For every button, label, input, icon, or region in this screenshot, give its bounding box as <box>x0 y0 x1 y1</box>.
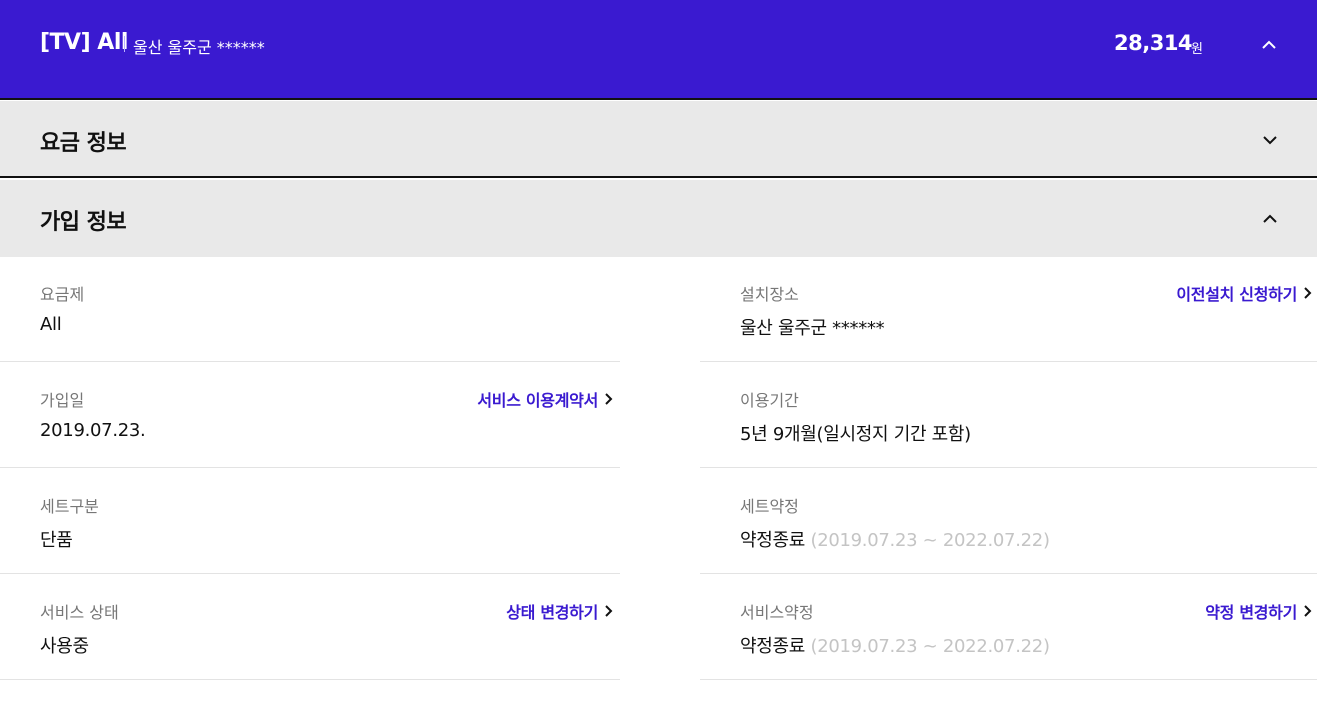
monthly-amount: 28,314 <box>1114 31 1193 55</box>
detail-value: All <box>40 314 62 335</box>
detail-label: 서비스약정 <box>740 603 814 622</box>
detail-service-contract: 서비스약정 약정종료 (2019.07.23 ~ 2022.07.22) 약정 … <box>700 574 1317 680</box>
link-label: 서비스 이용계약서 <box>477 391 598 410</box>
section-join-toggle[interactable] <box>1253 202 1287 236</box>
change-status-link[interactable]: 상태 변경하기 <box>506 599 614 623</box>
detail-service-status: 서비스 상태 사용중 상태 변경하기 <box>0 574 620 680</box>
contract-period: (2019.07.23 ~ 2022.07.22) <box>810 636 1050 657</box>
chevron-down-icon <box>1263 136 1277 145</box>
detail-value: 2019.07.23. <box>40 420 146 441</box>
detail-usage-period: 이용기간 5년 9개월(일시정지 기간 포함) <box>700 362 1317 468</box>
section-fee-toggle[interactable] <box>1253 123 1287 157</box>
detail-label: 세트구분 <box>40 497 99 516</box>
link-label: 상태 변경하기 <box>506 603 598 622</box>
detail-label: 설치장소 <box>740 285 799 304</box>
detail-value: 약정종료 (2019.07.23 ~ 2022.07.22) <box>740 632 1050 658</box>
section-title-fee: 요금 정보 <box>40 131 127 156</box>
detail-set-type: 세트구분 단품 <box>0 468 620 574</box>
chevron-right-icon <box>1304 605 1312 617</box>
detail-set-contract: 세트약정 약정종료 (2019.07.23 ~ 2022.07.22) <box>700 468 1317 574</box>
detail-label: 이용기간 <box>740 391 799 410</box>
product-location: 울산 울주군 ****** <box>133 38 265 57</box>
section-join-info[interactable]: 가입 정보 <box>0 180 1317 257</box>
amount-unit: 원 <box>1191 42 1203 57</box>
contract-status: 약정종료 <box>740 636 806 657</box>
detail-label: 가입일 <box>40 391 85 410</box>
product-header: [TV] All 울산 울주군 ****** 28,314 원 <box>0 0 1317 100</box>
section-fee-info[interactable]: 요금 정보 <box>0 101 1317 178</box>
detail-join-date: 가입일 2019.07.23. 서비스 이용계약서 <box>0 362 620 468</box>
section-title-join: 가입 정보 <box>40 210 127 235</box>
header-divider <box>124 36 125 52</box>
link-label: 이전설치 신청하기 <box>1176 285 1297 304</box>
chevron-up-icon <box>1262 40 1276 49</box>
detail-label: 요금제 <box>40 285 85 304</box>
chevron-right-icon <box>1304 287 1312 299</box>
chevron-right-icon <box>605 605 613 617</box>
detail-plan: 요금제 All <box>0 256 620 362</box>
relocation-request-link[interactable]: 이전설치 신청하기 <box>1176 281 1313 305</box>
change-contract-link[interactable]: 약정 변경하기 <box>1205 599 1313 623</box>
product-title: [TV] All <box>40 30 128 55</box>
detail-value: 5년 9개월(일시정지 기간 포함) <box>740 424 971 445</box>
detail-value: 사용중 <box>40 636 89 657</box>
detail-value: 울산 울주군 ****** <box>740 318 885 339</box>
link-label: 약정 변경하기 <box>1205 603 1297 622</box>
header-collapse-button[interactable] <box>1252 28 1286 62</box>
chevron-up-icon <box>1263 214 1277 223</box>
chevron-right-icon <box>605 393 613 405</box>
contract-status: 약정종료 <box>740 530 806 551</box>
detail-value: 단품 <box>40 530 73 551</box>
detail-label: 서비스 상태 <box>40 603 119 622</box>
detail-label: 세트약정 <box>740 497 799 516</box>
service-contract-doc-link[interactable]: 서비스 이용계약서 <box>477 387 614 411</box>
contract-period: (2019.07.23 ~ 2022.07.22) <box>810 530 1050 551</box>
detail-install-location: 설치장소 울산 울주군 ****** 이전설치 신청하기 <box>700 256 1317 362</box>
detail-value: 약정종료 (2019.07.23 ~ 2022.07.22) <box>740 526 1050 552</box>
